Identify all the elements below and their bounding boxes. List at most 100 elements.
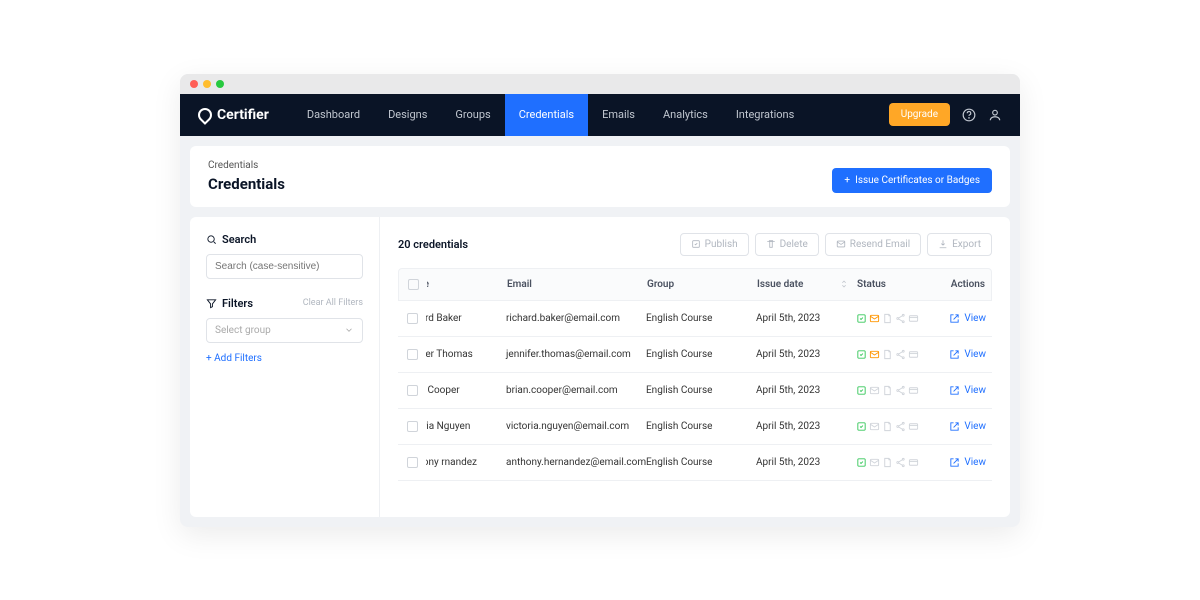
row-checkbox[interactable] — [407, 421, 418, 432]
cell-date: April 5th, 2023 — [756, 313, 856, 324]
filter-icon — [206, 298, 217, 309]
cell-group: English Course — [646, 421, 756, 432]
cell-email: victoria.nguyen@email.com — [506, 421, 646, 432]
upgrade-button[interactable]: Upgrade — [889, 103, 950, 126]
status-wallet-icon — [908, 385, 919, 396]
nav-items: DashboardDesignsGroupsCredentialsEmailsA… — [293, 94, 808, 136]
sort-icon — [839, 279, 849, 289]
action-bar: Publish Delete Resend Email Export — [680, 233, 992, 256]
brand-icon — [195, 105, 215, 125]
view-link[interactable]: View — [964, 313, 986, 324]
cell-actions: View — [926, 457, 992, 468]
navbar: Certifier DashboardDesignsGroupsCredenti… — [180, 94, 1020, 136]
user-icon[interactable] — [988, 108, 1002, 122]
external-link-icon[interactable] — [949, 421, 960, 432]
cell-group: English Course — [646, 457, 756, 468]
row-checkbox[interactable] — [407, 457, 418, 468]
view-link[interactable]: View — [964, 457, 986, 468]
page-header: Credentials Credentials + Issue Certific… — [190, 146, 1010, 207]
search-input[interactable] — [206, 254, 363, 279]
cell-date: April 5th, 2023 — [756, 457, 856, 468]
status-doc-icon — [882, 313, 893, 324]
col-name[interactable]: me — [427, 279, 507, 290]
group-select-placeholder: Select group — [215, 325, 271, 336]
status-share-icon — [895, 421, 906, 432]
table-row: an Cooper brian.cooper@email.com English… — [398, 373, 992, 409]
cell-date: April 5th, 2023 — [756, 349, 856, 360]
col-group[interactable]: Group — [647, 279, 757, 290]
col-status[interactable]: Status — [857, 279, 927, 290]
status-wallet-icon — [908, 421, 919, 432]
status-email-icon — [869, 385, 880, 396]
export-button[interactable]: Export — [927, 233, 992, 256]
row-checkbox[interactable] — [407, 385, 418, 396]
cell-actions: View — [926, 385, 992, 396]
cell-group: English Course — [646, 385, 756, 396]
external-link-icon[interactable] — [949, 457, 960, 468]
table-row: thony rnandez anthony.hernandez@email.co… — [398, 445, 992, 481]
status-share-icon — [895, 385, 906, 396]
status-share-icon — [895, 457, 906, 468]
status-email-icon — [869, 457, 880, 468]
issue-button-label: Issue Certificates or Badges — [855, 175, 980, 186]
table-row: hard Baker richard.baker@email.com Engli… — [398, 301, 992, 337]
mail-icon — [836, 239, 846, 249]
clear-filters-button[interactable]: Clear All Filters — [303, 298, 363, 308]
status-share-icon — [895, 349, 906, 360]
table-header: me Email Group Issue date Status Actions — [398, 268, 992, 301]
status-wallet-icon — [908, 457, 919, 468]
cell-name: thony rnandez — [426, 457, 506, 468]
cell-name: hard Baker — [426, 313, 506, 324]
status-published-icon — [856, 385, 867, 396]
view-link[interactable]: View — [964, 421, 986, 432]
nav-groups[interactable]: Groups — [441, 94, 504, 136]
col-date[interactable]: Issue date — [757, 279, 857, 290]
group-select[interactable]: Select group — [206, 318, 363, 343]
nav-integrations[interactable]: Integrations — [722, 94, 808, 136]
search-icon — [206, 234, 217, 245]
status-email-icon — [869, 313, 880, 324]
cell-status — [856, 457, 926, 468]
cell-email: jennifer.thomas@email.com — [506, 349, 646, 360]
view-link[interactable]: View — [964, 349, 986, 360]
chevron-down-icon — [344, 325, 354, 335]
row-checkbox[interactable] — [407, 313, 418, 324]
add-filters-button[interactable]: + Add Filters — [206, 353, 363, 364]
table-row: nifer Thomas jennifer.thomas@email.com E… — [398, 337, 992, 373]
delete-button[interactable]: Delete — [755, 233, 819, 256]
status-doc-icon — [882, 385, 893, 396]
nav-right: Upgrade — [889, 103, 1002, 126]
col-email[interactable]: Email — [507, 279, 647, 290]
nav-designs[interactable]: Designs — [374, 94, 441, 136]
cell-group: English Course — [646, 349, 756, 360]
select-all-checkbox[interactable] — [408, 279, 419, 290]
main: 20 credentials Publish Delete Resend Ema… — [380, 217, 1010, 517]
status-email-icon — [869, 421, 880, 432]
view-link[interactable]: View — [964, 385, 986, 396]
cell-group: English Course — [646, 313, 756, 324]
table-row: toria Nguyen victoria.nguyen@email.com E… — [398, 409, 992, 445]
window-close-icon[interactable] — [190, 80, 198, 88]
nav-dashboard[interactable]: Dashboard — [293, 94, 374, 136]
external-link-icon[interactable] — [949, 385, 960, 396]
window-minimize-icon[interactable] — [203, 80, 211, 88]
nav-analytics[interactable]: Analytics — [649, 94, 722, 136]
window-maximize-icon[interactable] — [216, 80, 224, 88]
filters-label: Filters — [206, 297, 253, 310]
external-link-icon[interactable] — [949, 313, 960, 324]
nav-credentials[interactable]: Credentials — [505, 94, 588, 136]
nav-emails[interactable]: Emails — [588, 94, 649, 136]
brand[interactable]: Certifier — [198, 107, 269, 123]
cell-name: an Cooper — [426, 385, 506, 396]
publish-button[interactable]: Publish — [680, 233, 749, 256]
cell-actions: View — [926, 349, 992, 360]
help-icon[interactable] — [962, 108, 976, 122]
status-doc-icon — [882, 349, 893, 360]
issue-button[interactable]: + Issue Certificates or Badges — [832, 168, 992, 193]
external-link-icon[interactable] — [949, 349, 960, 360]
app-window: Certifier DashboardDesignsGroupsCredenti… — [180, 74, 1020, 527]
cell-actions: View — [926, 421, 992, 432]
resend-button[interactable]: Resend Email — [825, 233, 921, 256]
cell-status — [856, 349, 926, 360]
row-checkbox[interactable] — [407, 349, 418, 360]
